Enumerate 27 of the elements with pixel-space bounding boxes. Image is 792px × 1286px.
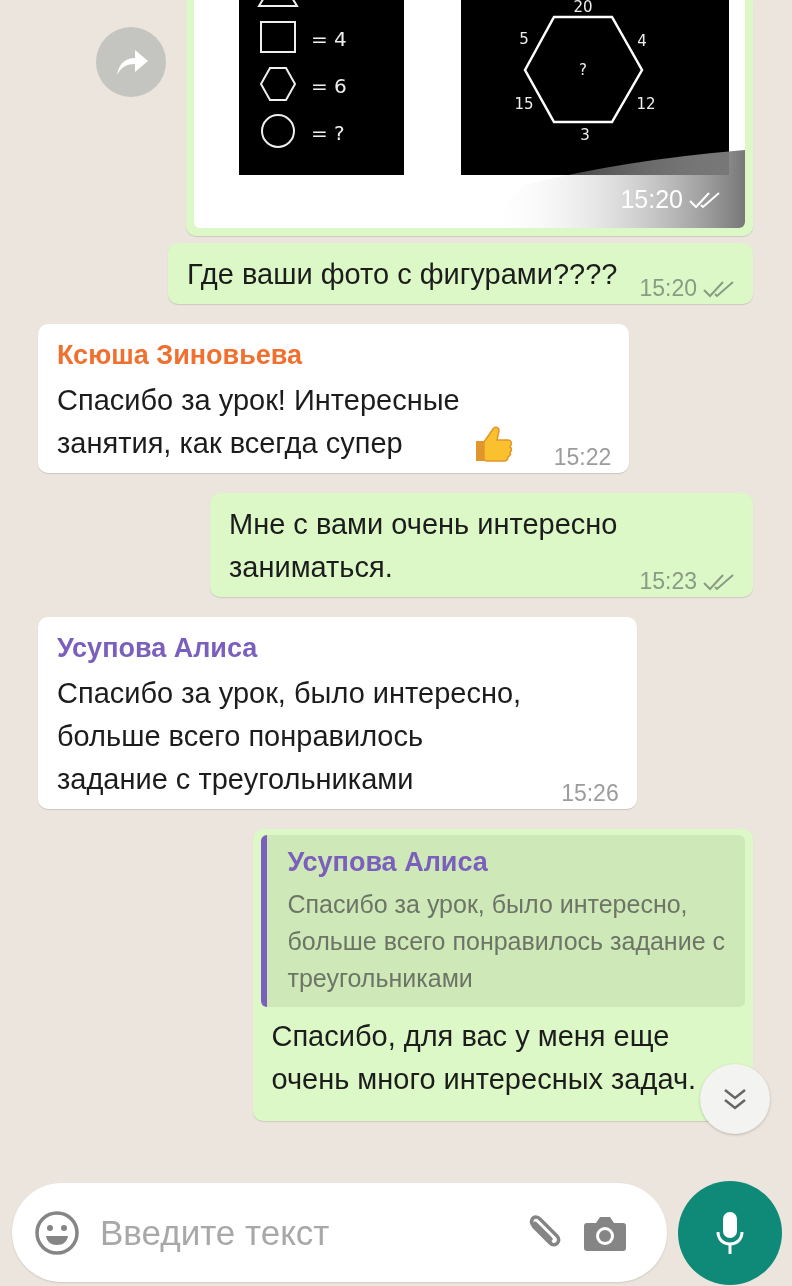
hexagon-label: 12 <box>636 95 656 113</box>
hexagon-label: ? <box>579 61 587 79</box>
hexagon-label: 20 <box>573 0 593 16</box>
message-time: 15:22 <box>553 444 612 471</box>
message-text: Спасибо, для вас у меня еще очень много интересных задач. <box>271 1019 697 1097</box>
message-text: Мне с вами очень интересно заниматься. <box>229 507 618 585</box>
message-time: 15:20 <box>620 185 683 214</box>
sender-name: Ксюша Зиновьева <box>57 340 304 371</box>
quoted-text: Спасибо за урок, было интересно, больше всего понравилось задание с треугольниками <box>287 889 725 994</box>
equation-label: = ? <box>311 121 345 145</box>
hexagon-label: 15 <box>514 95 534 113</box>
quoted-sender: Усупова Алиса <box>287 847 489 878</box>
hexagon-label: 4 <box>637 32 647 50</box>
sender-name: Усупова Алиса <box>57 633 259 664</box>
hexagon-label: 3 <box>580 126 590 144</box>
message-time: 15:20 <box>639 275 697 302</box>
message-time: 15:23 <box>639 568 697 595</box>
quoted-message[interactable]: Усупова Алиса Спасибо за урок, было интересно, больше всего понравилось задание с треугольниками <box>261 835 745 1007</box>
equation-label: = 4 <box>311 27 347 51</box>
message-text: Где ваши фото с фигурами???? <box>187 257 618 292</box>
message-field[interactable]: Введите текст <box>12 1183 667 1282</box>
message-time: 15:26 <box>561 780 619 807</box>
message-text: Спасибо за урок, было интересно, больше всего понравилось задание с треугольниками <box>57 676 522 797</box>
equation-label: = 6 <box>311 74 347 98</box>
message-text: Спасибо за урок! Интересные занятия, как всегда супер <box>57 383 460 461</box>
message-input[interactable]: Введите текст <box>98 1211 503 1254</box>
hexagon-label: 5 <box>519 30 529 48</box>
